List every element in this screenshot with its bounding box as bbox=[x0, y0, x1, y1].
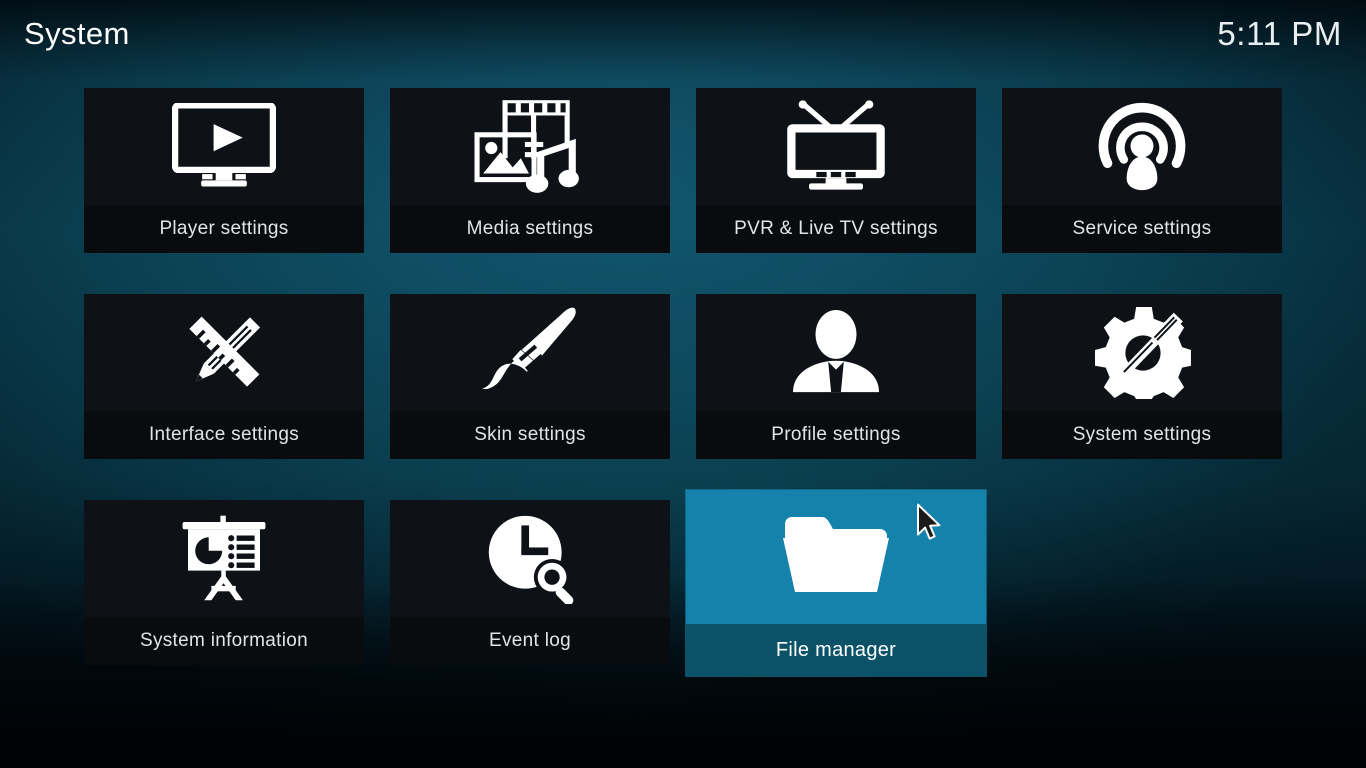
header-bar: System 5:11 PM bbox=[0, 0, 1366, 66]
tile-label: Media settings bbox=[390, 205, 670, 253]
tile-event-log[interactable]: Event log bbox=[390, 500, 670, 665]
tv-antenna-icon bbox=[781, 98, 891, 194]
tile-label: File manager bbox=[686, 624, 986, 676]
tile-icon-area bbox=[696, 294, 976, 411]
page-title: System bbox=[24, 15, 130, 51]
tile-icon-area bbox=[1002, 88, 1282, 205]
settings-tile-grid: Player settings Media settings PVR & Live … bbox=[84, 88, 1284, 676]
tile-service-settings[interactable]: Service settings bbox=[1002, 88, 1282, 253]
monitor-play-icon bbox=[172, 103, 276, 189]
tile-icon-area bbox=[390, 294, 670, 411]
gear-screwdriver-icon bbox=[1093, 305, 1191, 399]
tile-icon-area bbox=[84, 88, 364, 205]
tile-label: Profile settings bbox=[696, 411, 976, 459]
tile-label: System settings bbox=[1002, 411, 1282, 459]
tile-icon-area bbox=[1002, 294, 1282, 411]
tile-icon-area bbox=[390, 88, 670, 205]
folder-icon bbox=[782, 516, 890, 594]
clock-search-icon bbox=[482, 512, 578, 604]
tile-player-settings[interactable]: Player settings bbox=[84, 88, 364, 253]
tile-label: Event log bbox=[390, 617, 670, 665]
tile-icon-area bbox=[84, 294, 364, 411]
pencil-ruler-icon bbox=[175, 303, 273, 401]
tile-media-settings[interactable]: Media settings bbox=[390, 88, 670, 253]
tile-label: Service settings bbox=[1002, 205, 1282, 253]
tile-skin-settings[interactable]: Skin settings bbox=[390, 294, 670, 459]
paintbrush-icon bbox=[478, 304, 582, 400]
media-filmstrip-icon bbox=[474, 97, 586, 195]
tile-icon-area bbox=[84, 500, 364, 617]
tile-system-information[interactable]: System information bbox=[84, 500, 364, 665]
tile-label: System information bbox=[84, 617, 364, 665]
tile-interface-settings[interactable]: Interface settings bbox=[84, 294, 364, 459]
tile-label: Skin settings bbox=[390, 411, 670, 459]
clock: 5:11 PM bbox=[1217, 14, 1342, 52]
tile-pvr-live-tv-settings[interactable]: PVR & Live TV settings bbox=[696, 88, 976, 253]
tile-profile-settings[interactable]: Profile settings bbox=[696, 294, 976, 459]
tile-label: Player settings bbox=[84, 205, 364, 253]
tile-icon-area bbox=[686, 490, 986, 624]
tile-icon-area bbox=[696, 88, 976, 205]
tile-label: Interface settings bbox=[84, 411, 364, 459]
tile-label: PVR & Live TV settings bbox=[696, 205, 976, 253]
broadcast-person-icon bbox=[1094, 100, 1190, 192]
tile-system-settings[interactable]: System settings bbox=[1002, 294, 1282, 459]
tile-file-manager[interactable]: File manager bbox=[686, 490, 986, 676]
presentation-chart-icon bbox=[179, 515, 269, 601]
person-bust-icon bbox=[789, 309, 883, 395]
tile-icon-area bbox=[390, 500, 670, 617]
